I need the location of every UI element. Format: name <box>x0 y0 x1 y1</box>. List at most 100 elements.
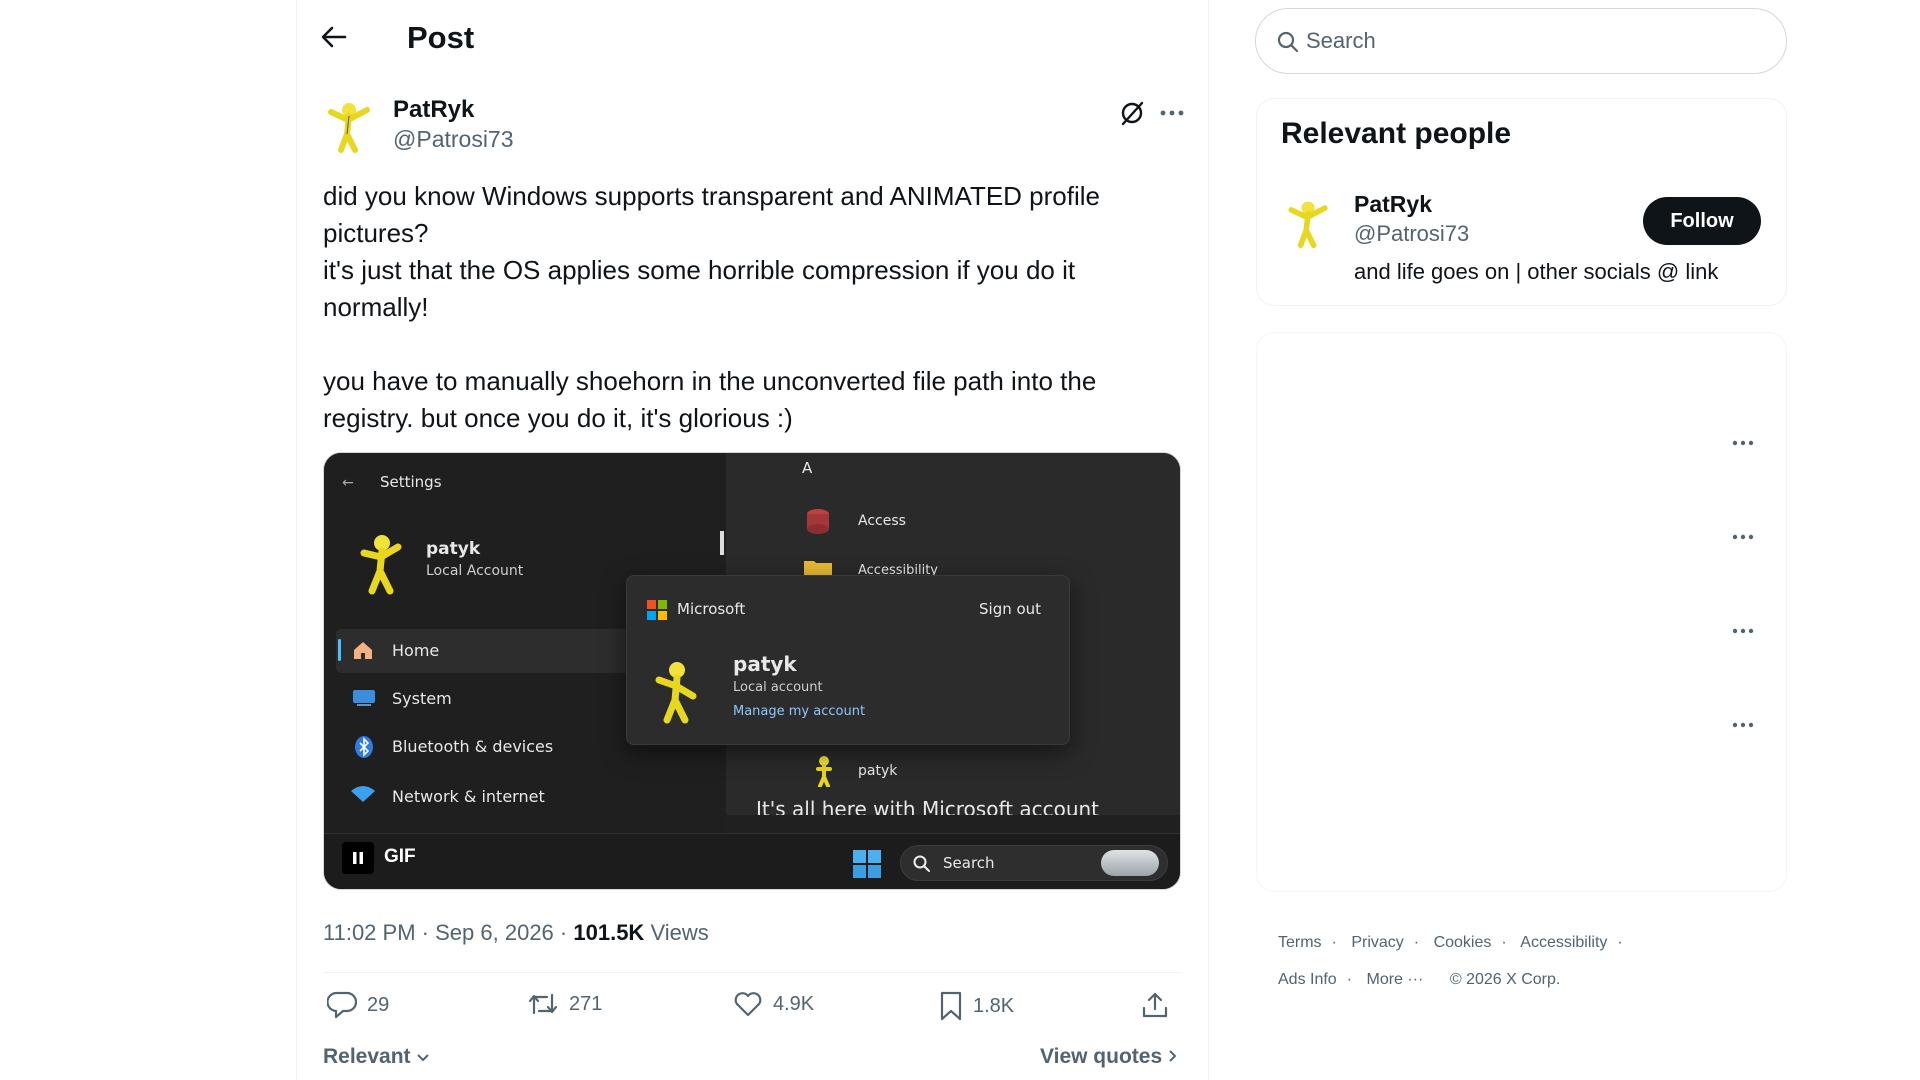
media-bluetooth-icon <box>355 736 373 758</box>
media-app-accessibility: Accessibility <box>858 563 938 575</box>
repost-icon <box>528 993 558 1015</box>
avatar[interactable] <box>323 96 377 154</box>
footer-link-more[interactable]: More ··· <box>1366 971 1423 988</box>
author-name[interactable]: PatRyk <box>393 96 474 124</box>
relevant-person-handle[interactable]: @Patrosi73 <box>1354 221 1469 247</box>
author-handle[interactable]: @Patrosi73 <box>393 126 514 153</box>
meta-separator: · <box>559 920 574 945</box>
media-system-icon <box>353 690 375 706</box>
media-account-popup: Microsoft Sign out patyk Local account M… <box>626 575 1070 745</box>
media-popup-signout: Sign out <box>979 600 1042 618</box>
footer: Terms · Privacy · Cookies · Accessibility · … <box>1278 924 1778 998</box>
footer-separator: · <box>1617 934 1623 951</box>
post-meta: 11:02 PM · Sep 6, 2026 · 101.5K Views <box>323 920 709 946</box>
post-time[interactable]: 11:02 PM <box>323 920 416 945</box>
trend-more-button[interactable] <box>1728 621 1758 641</box>
post-author: PatRyk @Patrosi73 <box>323 96 1193 156</box>
post-date[interactable]: Sep 6, 2026 <box>435 920 554 945</box>
share-icon <box>1142 992 1168 1018</box>
post-text-line: it's just that the OS applies some horri… <box>323 255 1076 285</box>
avatar[interactable] <box>1283 195 1335 249</box>
media-start-user: patyk <box>858 763 898 779</box>
replies-sort-dropdown[interactable]: Relevant <box>323 1045 430 1069</box>
media-back-arrow-icon: ← <box>342 475 354 491</box>
footer-link-privacy[interactable]: Privacy <box>1351 934 1403 951</box>
reply-button[interactable]: 29 <box>327 991 389 1019</box>
more-icon <box>1732 534 1754 540</box>
post-more-button[interactable] <box>1155 96 1189 130</box>
chevron-down-icon <box>417 1054 430 1062</box>
media-search-highlight-image <box>1101 850 1159 876</box>
media-start-letter: A <box>802 459 813 477</box>
repost-button[interactable]: 271 <box>527 991 602 1017</box>
media-network-icon <box>351 786 375 802</box>
media-nav-system: System <box>392 689 452 708</box>
media-windows-start-icon <box>853 850 881 878</box>
media-search-icon <box>913 855 930 872</box>
trend-more-button[interactable] <box>1728 527 1758 547</box>
post-media-gif[interactable]: ← Settings patyk Local Account Home Syst… <box>323 452 1181 890</box>
gif-badge: GIF <box>384 846 416 867</box>
pause-icon <box>353 852 363 864</box>
chevron-right-icon <box>1169 1050 1177 1062</box>
more-icon <box>1732 628 1754 634</box>
footer-separator: · <box>1413 934 1420 951</box>
relevant-person-name[interactable]: PatRyk <box>1354 191 1432 218</box>
media-banner: It's all here with Microsoft account <box>756 797 1100 815</box>
back-button[interactable] <box>313 16 355 58</box>
media-start-user-avatar <box>816 756 832 787</box>
view-quotes-label: View quotes <box>1040 1045 1163 1068</box>
footer-row: Terms · Privacy · Cookies · Accessibility · <box>1278 924 1778 961</box>
like-button[interactable]: 4.9K <box>733 991 814 1017</box>
relevant-person-bio: and life goes on | other socials @ link <box>1354 259 1719 284</box>
header: Post <box>297 0 1208 76</box>
trend-more-button[interactable] <box>1728 715 1758 735</box>
media-nav-indicator <box>338 639 341 661</box>
views-count: 101.5K <box>573 920 645 945</box>
media-nav-selected-bg <box>336 629 636 673</box>
more-icon <box>1732 722 1754 728</box>
media-nav-home: Home <box>392 641 440 660</box>
bookmark-count: 1.8K <box>973 994 1015 1017</box>
follow-button[interactable]: Follow <box>1643 197 1761 245</box>
main-column: Post PatRyk @Patrosi73 did you know Wind… <box>296 0 1209 1080</box>
post-text: did you know Windows supports transparen… <box>323 178 1183 437</box>
post-actions: 29 271 4.9K 1.8K <box>323 972 1183 1046</box>
footer-separator: · <box>1501 934 1507 951</box>
grok-icon <box>1121 101 1144 126</box>
footer-link-cookies[interactable]: Cookies <box>1434 934 1492 951</box>
more-icon <box>1160 110 1184 116</box>
search-bar[interactable] <box>1255 8 1787 74</box>
share-button[interactable] <box>1141 991 1169 1019</box>
like-count: 4.9K <box>773 992 815 1015</box>
footer-link-terms[interactable]: Terms <box>1278 934 1322 951</box>
view-quotes-link[interactable]: View quotes <box>1040 1045 1178 1069</box>
media-settings-title: Settings <box>380 473 442 491</box>
media-user-name: patyk <box>426 539 481 559</box>
media-taskbar-search-text: Search <box>943 854 995 872</box>
media-popup-account: Local account <box>733 680 823 695</box>
relevant-people-card: Relevant people PatRyk @Patrosi73 and li… <box>1256 98 1787 306</box>
media-popup-user: patyk <box>733 652 797 676</box>
grok-button[interactable] <box>1115 96 1149 130</box>
media-cursor <box>720 531 724 555</box>
footer-link-accessibility[interactable]: Accessibility <box>1520 934 1607 951</box>
search-input[interactable] <box>1306 21 1766 61</box>
media-taskbar-search: Search <box>900 845 1168 881</box>
like-icon <box>734 992 762 1017</box>
media-access-icon <box>807 509 829 534</box>
bookmark-button[interactable]: 1.8K <box>939 991 1014 1021</box>
footer-link-ads-info[interactable]: Ads Info <box>1278 971 1337 988</box>
search-icon <box>1277 31 1299 53</box>
trend-more-button[interactable] <box>1728 433 1758 453</box>
gif-pause-button[interactable] <box>342 842 374 874</box>
bookmark-icon <box>940 991 962 1021</box>
media-folder-icon <box>804 561 832 575</box>
post-text-line: registry. but once you do it, it's glori… <box>323 403 793 433</box>
repost-count: 271 <box>569 992 603 1015</box>
post-text-line: pictures? <box>323 218 429 248</box>
post-text-line: did you know Windows supports transparen… <box>323 181 1100 211</box>
reply-count: 29 <box>367 993 390 1016</box>
media-app-access: Access <box>858 513 906 529</box>
back-arrow-icon <box>321 26 347 48</box>
